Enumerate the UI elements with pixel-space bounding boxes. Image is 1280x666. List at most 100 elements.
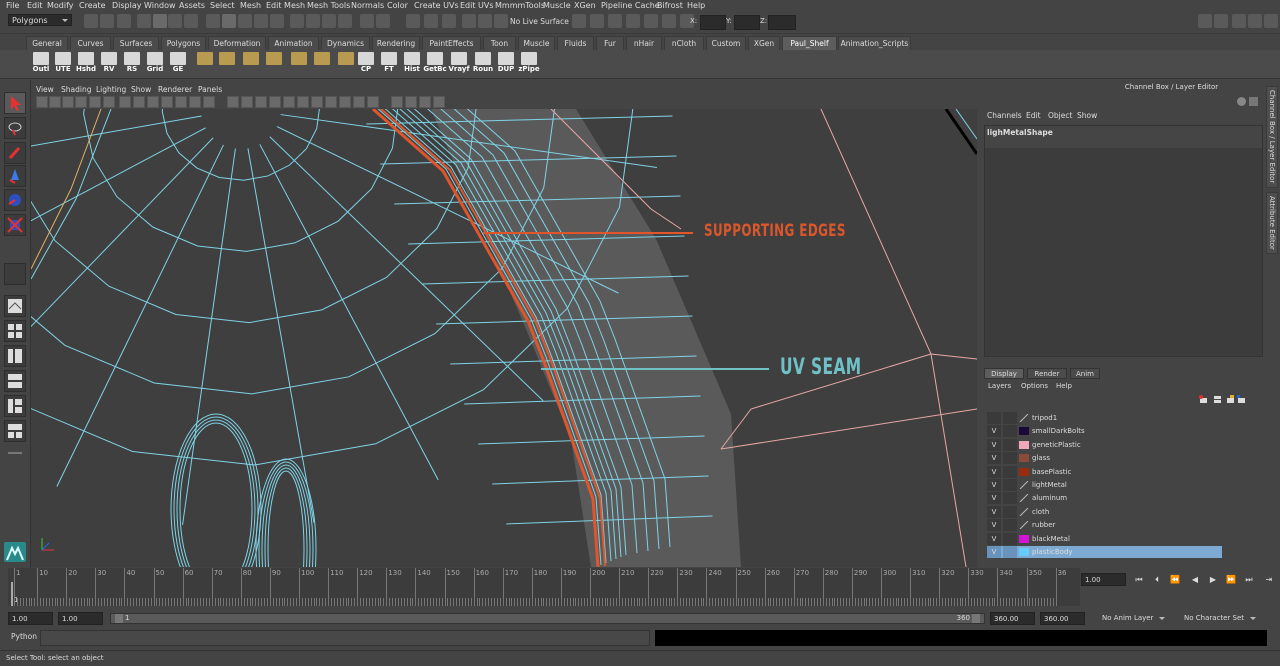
layer-row-cloth[interactable]: Vcloth: [987, 505, 1222, 518]
snap-grid-icon[interactable]: [290, 14, 304, 28]
layer-playback-toggle[interactable]: [1003, 465, 1017, 478]
shelf-button-13[interactable]: [335, 51, 357, 77]
menu-edit[interactable]: Edit: [27, 0, 43, 11]
layer-tab-anim[interactable]: Anim: [1070, 368, 1100, 379]
layer-menu-help[interactable]: Help: [1056, 382, 1072, 390]
scale-tool-icon[interactable]: [4, 214, 26, 236]
shelf-button-rs[interactable]: RS: [121, 51, 143, 77]
play-forward-icon[interactable]: ▶: [1206, 574, 1220, 586]
z-field[interactable]: [768, 15, 796, 30]
shelf-button-hshd[interactable]: Hshd: [75, 51, 97, 77]
menu-xgen[interactable]: XGen: [574, 0, 596, 11]
anim-end-field[interactable]: 360.00: [990, 612, 1035, 625]
layer-color-swatch[interactable]: [1019, 440, 1029, 449]
shelf-tab-ncloth[interactable]: nCloth: [664, 36, 704, 50]
channel-box-icon[interactable]: [1248, 14, 1262, 28]
end-time-field[interactable]: 360.00: [1040, 612, 1085, 625]
side-tab-attribute-editor[interactable]: Attribute Editor: [1266, 192, 1278, 254]
menu-modify[interactable]: Modify: [47, 0, 74, 11]
shelf-button-ft[interactable]: FT: [378, 51, 400, 77]
shelf-button-dup[interactable]: DUP: [495, 51, 517, 77]
channel-box-object-name[interactable]: lighMetalShape: [987, 128, 1053, 137]
inputs-icon[interactable]: [376, 14, 390, 28]
go-to-start-icon[interactable]: ⏮: [1132, 574, 1146, 586]
layer-playback-toggle[interactable]: [1003, 519, 1017, 532]
shelf-button-zpipe[interactable]: zPipe: [518, 51, 540, 77]
viewport-tool-26[interactable]: [419, 96, 431, 108]
render-frame-icon[interactable]: [406, 14, 420, 28]
layer-row-rubber[interactable]: Vrubber: [987, 519, 1222, 532]
shelf-tab-nhair[interactable]: nHair: [626, 36, 662, 50]
menu-file[interactable]: File: [6, 0, 19, 11]
hypershade-icon[interactable]: [462, 14, 476, 28]
range-slider[interactable]: 1 360: [110, 613, 985, 624]
layer-playback-toggle[interactable]: [1003, 452, 1017, 465]
menu-muscle[interactable]: Muscle: [543, 0, 571, 11]
viewport-tool-11[interactable]: [189, 96, 201, 108]
menu-window[interactable]: Window: [144, 0, 176, 11]
viewport-tool-10[interactable]: [175, 96, 187, 108]
select-object-icon[interactable]: [168, 14, 182, 28]
play-backward-icon[interactable]: ◀: [1188, 574, 1202, 586]
x-field[interactable]: [700, 15, 726, 30]
save-scene-icon[interactable]: [117, 14, 131, 28]
move-layer-up-icon[interactable]: [1226, 395, 1235, 404]
menu-pipeline-cache[interactable]: Pipeline Cache: [601, 0, 660, 11]
shelf-button-10[interactable]: [263, 51, 285, 77]
symmetry-icon[interactable]: [572, 14, 586, 28]
channel-box-menu-object[interactable]: Object: [1048, 111, 1072, 120]
mask-misc-icon[interactable]: [270, 14, 284, 28]
menu-edit-mesh[interactable]: Edit Mesh: [266, 0, 305, 11]
viewport-tool-0[interactable]: [36, 96, 48, 108]
viewport-menu-panels[interactable]: Panels: [198, 84, 222, 95]
tool-settings-icon[interactable]: [626, 14, 640, 28]
help-icon[interactable]: [1237, 97, 1246, 106]
layer-visibility-toggle[interactable]: [987, 412, 1001, 424]
shelf-button-hist[interactable]: Hist: [401, 51, 423, 77]
menu-display[interactable]: Display: [112, 0, 142, 11]
channel-box-menu-show[interactable]: Show: [1077, 111, 1097, 120]
viewport-tool-14[interactable]: [241, 96, 253, 108]
layer-menu-options[interactable]: Options: [1021, 382, 1048, 390]
layer-no-color-icon[interactable]: [1019, 414, 1029, 422]
mask-uv-icon[interactable]: [254, 14, 268, 28]
range-end-handle[interactable]: [972, 614, 980, 623]
anim-start-field[interactable]: 1.00: [58, 612, 103, 625]
viewport-menu-lighting[interactable]: Lighting: [96, 84, 126, 95]
y-field[interactable]: [734, 15, 760, 30]
viewport-tool-24[interactable]: [391, 96, 403, 108]
layer-visibility-toggle[interactable]: V: [987, 452, 1001, 465]
mask-vertex-icon[interactable]: [206, 14, 220, 28]
shelf-tab-rendering[interactable]: Rendering: [372, 36, 420, 50]
shelf-button-grid[interactable]: Grid: [144, 51, 166, 77]
layer-visibility-toggle[interactable]: V: [987, 425, 1001, 438]
range-start-handle[interactable]: [115, 614, 123, 623]
layer-row-baseplastic[interactable]: VbasePlastic: [987, 465, 1222, 478]
shelf-tab-muscle[interactable]: Muscle: [518, 36, 555, 50]
layer-playback-toggle[interactable]: [1003, 492, 1017, 505]
viewport-menu-shading[interactable]: Shading: [61, 84, 91, 95]
layer-no-color-icon[interactable]: [1019, 481, 1029, 489]
paint-select-tool-icon[interactable]: [4, 142, 26, 164]
layer-visibility-toggle[interactable]: V: [987, 438, 1001, 451]
3d-viewport[interactable]: SUPPORTING EDGES UV SEAM: [31, 109, 977, 567]
layer-no-color-icon[interactable]: [1019, 507, 1029, 516]
layer-color-swatch[interactable]: [1019, 467, 1029, 476]
menu-bifrost[interactable]: Bifrost: [657, 0, 683, 11]
shelf-tab-curves[interactable]: Curves: [70, 36, 111, 50]
open-scene-icon[interactable]: [100, 14, 114, 28]
layer-visibility-toggle[interactable]: V: [987, 519, 1001, 532]
viewport-tool-4[interactable]: [89, 96, 101, 108]
layer-row-smalldarkbolts[interactable]: VsmallDarkBolts: [987, 425, 1222, 438]
menu-mesh-tools[interactable]: Mesh Tools: [307, 0, 350, 11]
new-layer-from-selected-icon[interactable]: [1199, 395, 1208, 404]
mask-face-icon[interactable]: [238, 14, 252, 28]
shelf-tab-paul-shelf[interactable]: Paul_Shelf: [782, 36, 837, 50]
render-view-icon[interactable]: [478, 14, 492, 28]
layout-outliner-icon[interactable]: [4, 345, 26, 367]
layer-no-color-icon[interactable]: [1019, 494, 1029, 503]
new-empty-layer-icon[interactable]: [1213, 395, 1222, 404]
transform-icon[interactable]: [662, 14, 676, 28]
shelf-tab-general[interactable]: General: [26, 36, 68, 50]
float-panel-icon[interactable]: [1249, 97, 1258, 106]
